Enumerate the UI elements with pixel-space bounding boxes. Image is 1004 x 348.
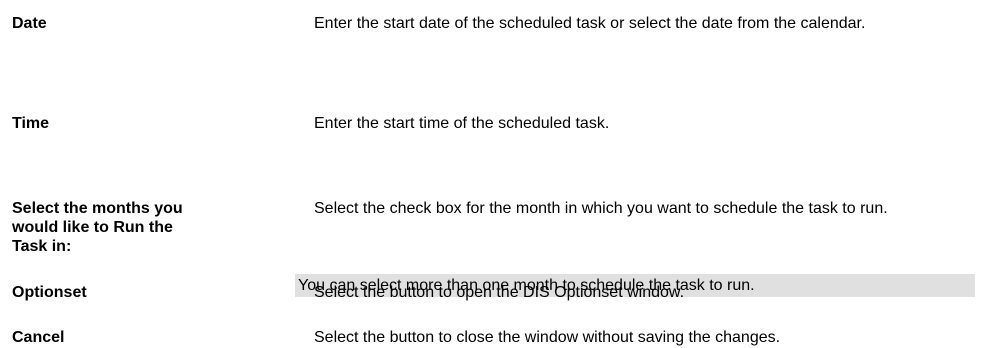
term-time: Time	[12, 115, 50, 132]
description-date: Enter the start date of the scheduled ta…	[314, 15, 866, 32]
term-cancel: Cancel	[12, 329, 65, 346]
description-cancel: Select the button to close the window wi…	[314, 329, 781, 346]
term-optionset: Optionset	[12, 284, 87, 301]
term-select-months: Select the months you would like to Run …	[12, 200, 183, 255]
term-date: Date	[12, 15, 47, 32]
description-select-months: Select the check box for the month in wh…	[314, 200, 888, 217]
description-optionset: Select the button to open the DIS Option…	[314, 284, 685, 301]
description-time: Enter the start time of the scheduled ta…	[314, 115, 610, 132]
